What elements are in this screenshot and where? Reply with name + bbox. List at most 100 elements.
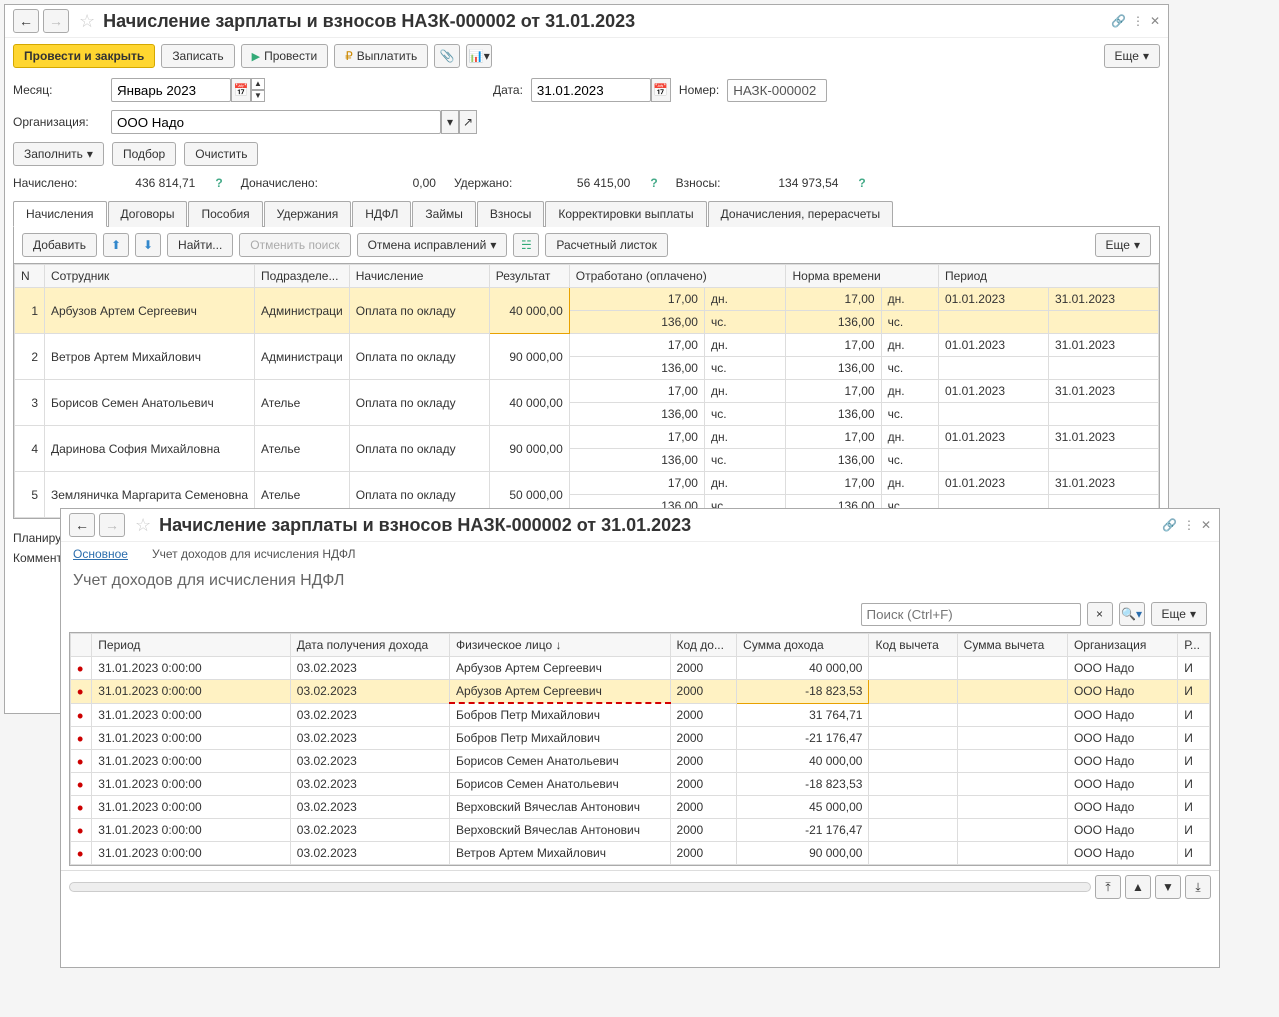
month-up-icon[interactable]: ▲ bbox=[251, 78, 265, 90]
ndfl-link[interactable]: Учет доходов для исчисления НДФЛ bbox=[140, 542, 368, 566]
back-button[interactable]: ← bbox=[69, 513, 95, 537]
search-clear-button[interactable]: × bbox=[1087, 602, 1113, 626]
date-input[interactable] bbox=[531, 78, 651, 102]
nachisleno-label: Начислено: bbox=[13, 176, 77, 190]
ndfl-table[interactable]: ПериодДата получения доходаФизическое ли… bbox=[70, 633, 1210, 865]
star-icon[interactable]: ☆ bbox=[79, 11, 95, 32]
table-row[interactable]: •31.01.2023 0:00:0003.02.2023Борисов Сем… bbox=[71, 750, 1210, 773]
org-dropdown-icon[interactable]: ▾ bbox=[441, 110, 459, 134]
nav-first-button[interactable]: ⤒ bbox=[1095, 875, 1121, 899]
tab-8[interactable]: Доначисления, перерасчеты bbox=[708, 201, 893, 227]
table-row[interactable]: •31.01.2023 0:00:0003.02.2023Арбузов Арт… bbox=[71, 680, 1210, 704]
move-down-button[interactable]: ⬇ bbox=[135, 233, 161, 257]
search-button[interactable]: 🔍▾ bbox=[1119, 602, 1145, 626]
table-row[interactable]: •31.01.2023 0:00:0003.02.2023Ветров Арте… bbox=[71, 842, 1210, 865]
tab-3[interactable]: Удержания bbox=[264, 201, 352, 227]
table-row[interactable]: •31.01.2023 0:00:0003.02.2023Борисов Сем… bbox=[71, 773, 1210, 796]
group-button[interactable]: ☵ bbox=[513, 233, 539, 257]
tab-6[interactable]: Взносы bbox=[477, 201, 544, 227]
table-row[interactable]: 3Борисов Семен АнатольевичАтельеОплата п… bbox=[15, 380, 1159, 403]
back-button[interactable]: ← bbox=[13, 9, 39, 33]
post-button[interactable]: ▶Провести bbox=[241, 44, 329, 68]
move-up-button[interactable]: ⬆ bbox=[103, 233, 129, 257]
table-row[interactable]: 1Арбузов Артем СергеевичАдминистрациОпла… bbox=[15, 288, 1159, 311]
link-icon[interactable]: 🔗 bbox=[1162, 518, 1177, 532]
cancel-find-button[interactable]: Отменить поиск bbox=[239, 233, 350, 257]
accruals-table-wrap: NСотрудникПодразделе...НачислениеРезульт… bbox=[13, 264, 1160, 519]
paysheet-button[interactable]: Расчетный листок bbox=[545, 233, 667, 257]
forward-button[interactable]: → bbox=[99, 513, 125, 537]
more-table-button[interactable]: Еще ▾ bbox=[1095, 233, 1151, 257]
search-row: × 🔍▾ Еще ▾ bbox=[61, 596, 1219, 632]
find-button[interactable]: Найти... bbox=[167, 233, 233, 257]
add-row-button[interactable]: Добавить bbox=[22, 233, 97, 257]
fields-row-3: Заполнить ▾ Подбор Очистить bbox=[5, 138, 1168, 170]
nachisleno-value: 436 814,71 bbox=[95, 176, 195, 190]
hscroll-bar[interactable] bbox=[69, 882, 1091, 892]
link-icon[interactable]: 🔗 bbox=[1111, 14, 1126, 28]
table-row[interactable]: •31.01.2023 0:00:0003.02.2023Верховский … bbox=[71, 796, 1210, 819]
star-icon[interactable]: ☆ bbox=[135, 515, 151, 536]
search-input[interactable] bbox=[861, 603, 1081, 626]
menu-icon[interactable]: ⋮ bbox=[1183, 518, 1195, 532]
date-label: Дата: bbox=[493, 83, 523, 97]
forward-button[interactable]: → bbox=[43, 9, 69, 33]
donachisleno-label: Доначислено: bbox=[241, 176, 318, 190]
donachisleno-value: 0,00 bbox=[336, 176, 436, 190]
help-icon[interactable]: ? bbox=[858, 176, 865, 190]
attach-button[interactable]: 📎 bbox=[434, 44, 460, 68]
tab-0[interactable]: Начисления bbox=[13, 201, 107, 227]
main-link[interactable]: Основное bbox=[61, 542, 140, 566]
accruals-table[interactable]: NСотрудникПодразделе...НачислениеРезульт… bbox=[14, 264, 1159, 518]
table-row[interactable]: 5Земляничка Маргарита СеменовнаАтельеОпл… bbox=[15, 472, 1159, 495]
table-row[interactable]: •31.01.2023 0:00:0003.02.2023Бобров Петр… bbox=[71, 727, 1210, 750]
month-calendar-icon[interactable]: 📅 bbox=[231, 78, 251, 102]
window-title: Начисление зарплаты и взносов НАЗК-00000… bbox=[159, 515, 691, 536]
tab-2[interactable]: Пособия bbox=[188, 201, 262, 227]
window-title: Начисление зарплаты и взносов НАЗК-00000… bbox=[103, 11, 635, 32]
pay-button[interactable]: ₽Выплатить bbox=[334, 44, 428, 68]
subtitle: Учет доходов для исчисления НДФЛ bbox=[61, 566, 1219, 596]
help-icon[interactable]: ? bbox=[650, 176, 657, 190]
post-and-close-button[interactable]: Провести и закрыть bbox=[13, 44, 155, 68]
totals-row: Начислено: 436 814,71? Доначислено: 0,00… bbox=[5, 170, 1168, 196]
report-button[interactable]: 📊▾ bbox=[466, 44, 492, 68]
post-icon: ▶ bbox=[252, 50, 260, 63]
close-icon[interactable]: ✕ bbox=[1201, 518, 1211, 532]
pay-icon: ₽ bbox=[345, 49, 353, 63]
tab-5[interactable]: Займы bbox=[412, 201, 476, 227]
tab-4[interactable]: НДФЛ bbox=[352, 201, 411, 227]
help-icon[interactable]: ? bbox=[215, 176, 222, 190]
tab-7[interactable]: Корректировки выплаты bbox=[545, 201, 706, 227]
table-row[interactable]: 4Даринова София МихайловнаАтельеОплата п… bbox=[15, 426, 1159, 449]
select-button[interactable]: Подбор bbox=[112, 142, 176, 166]
save-button[interactable]: Записать bbox=[161, 44, 234, 68]
fill-button[interactable]: Заполнить ▾ bbox=[13, 142, 104, 166]
fields-row-1: Месяц: 📅 ▲ ▼ Дата: 📅 Номер: bbox=[5, 74, 1168, 106]
clear-button[interactable]: Очистить bbox=[184, 142, 258, 166]
nav-up-button[interactable]: ▲ bbox=[1125, 875, 1151, 899]
org-open-icon[interactable]: ↗ bbox=[459, 110, 477, 134]
month-down-icon[interactable]: ▼ bbox=[251, 90, 265, 102]
menu-icon[interactable]: ⋮ bbox=[1132, 14, 1144, 28]
month-input[interactable] bbox=[111, 78, 231, 102]
close-icon[interactable]: ✕ bbox=[1150, 14, 1160, 28]
table-row[interactable]: •31.01.2023 0:00:0003.02.2023Верховский … bbox=[71, 819, 1210, 842]
vznosy-label: Взносы: bbox=[676, 176, 721, 190]
window-header: ← → ☆ Начисление зарплаты и взносов НАЗК… bbox=[5, 5, 1168, 38]
nav-last-button[interactable]: ⤓ bbox=[1185, 875, 1211, 899]
more-button[interactable]: Еще ▾ bbox=[1151, 602, 1207, 626]
org-input[interactable] bbox=[111, 110, 441, 134]
nav-down-button[interactable]: ▼ bbox=[1155, 875, 1181, 899]
table-row[interactable]: 2Ветров Артем МихайловичАдминистрациОпла… bbox=[15, 334, 1159, 357]
cancel-fix-button[interactable]: Отмена исправлений ▾ bbox=[357, 233, 508, 257]
date-calendar-icon[interactable]: 📅 bbox=[651, 78, 671, 102]
more-button[interactable]: Еще ▾ bbox=[1104, 44, 1160, 68]
uderzhano-value: 56 415,00 bbox=[530, 176, 630, 190]
table-row[interactable]: •31.01.2023 0:00:0003.02.2023Арбузов Арт… bbox=[71, 657, 1210, 680]
number-input bbox=[727, 79, 827, 102]
tab-1[interactable]: Договоры bbox=[108, 201, 188, 227]
bottom-nav-bar: ⤒ ▲ ▼ ⤓ bbox=[61, 870, 1219, 903]
ndfl-table-wrap: ПериодДата получения доходаФизическое ли… bbox=[69, 632, 1211, 866]
table-row[interactable]: •31.01.2023 0:00:0003.02.2023Бобров Петр… bbox=[71, 703, 1210, 727]
